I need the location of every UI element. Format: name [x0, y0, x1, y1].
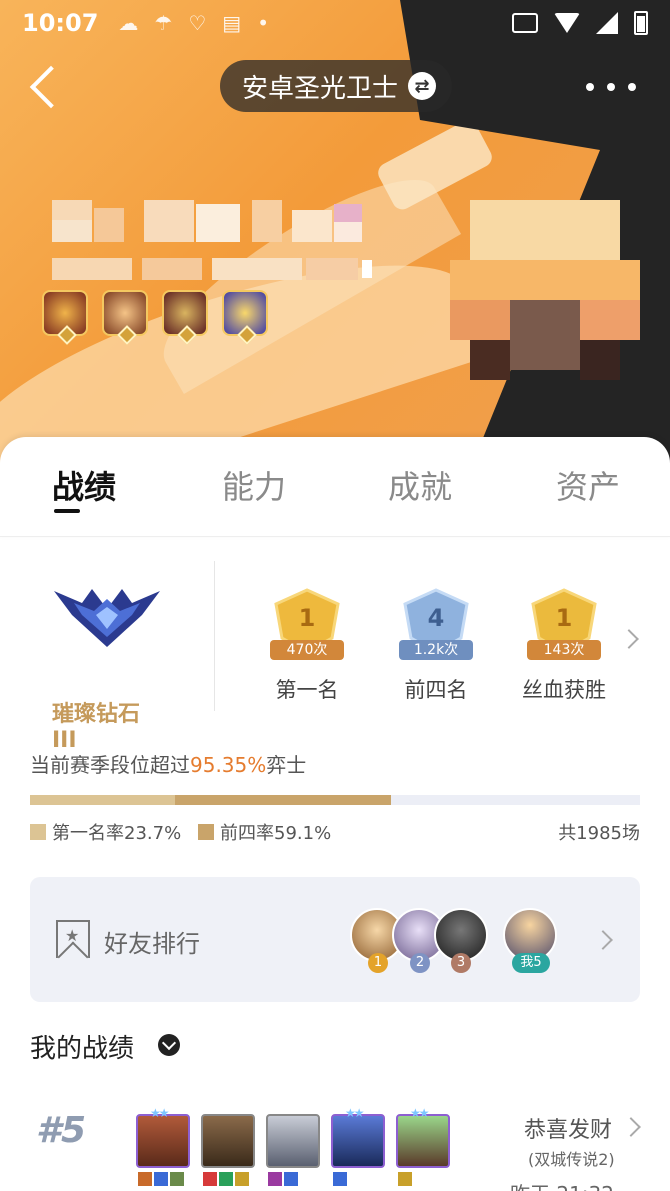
signal-icon — [596, 12, 618, 34]
hero-items — [333, 1172, 347, 1186]
my-record-title[interactable]: 我的战绩 — [30, 1028, 134, 1065]
legend-first: 第一名率23.7% — [30, 819, 181, 845]
more-options-button[interactable] — [586, 72, 636, 102]
wifi-icon — [554, 13, 580, 33]
placement-rate-bar — [30, 795, 640, 805]
match-mode: (双城传说2) — [528, 1150, 615, 1169]
hero-items — [203, 1172, 249, 1186]
top4-rate-label: 前四率59.1% — [220, 823, 332, 844]
badge-4-icon[interactable] — [222, 290, 268, 345]
status-bar: 10:07 ☁ ☂ ♡ ▤ • — [0, 0, 670, 46]
hero-items — [398, 1172, 412, 1186]
my-rank-badge: 我5 — [512, 953, 550, 973]
active-tab-indicator — [54, 509, 80, 513]
legend-top4: 前四率59.1% — [198, 819, 331, 845]
medal-number: 4 — [427, 604, 445, 632]
player-title-blurred — [52, 258, 372, 280]
battery-icon — [634, 11, 648, 35]
hero-portrait — [201, 1114, 255, 1168]
medal-narrow-win-icon[interactable]: 1 143次 — [521, 588, 607, 664]
cloud-icon: ☁ — [118, 11, 139, 35]
friend-rank-badge: 3 — [451, 953, 471, 973]
dot — [586, 83, 594, 91]
hero-items — [138, 1172, 184, 1186]
chevron-right-icon[interactable] — [621, 1117, 641, 1137]
hero-items — [268, 1172, 298, 1186]
back-button[interactable] — [26, 62, 60, 112]
medal-number: 1 — [298, 604, 316, 632]
achievement-badges — [42, 290, 268, 345]
dot — [628, 83, 636, 91]
health-icon: ♡ — [188, 11, 207, 35]
dot — [607, 83, 615, 91]
page-title: 安卓圣光卫士 — [242, 73, 399, 104]
medal-number: 1 — [555, 604, 573, 632]
friend-rank-badge: 1 — [368, 953, 388, 973]
total-games: 共1985场 — [558, 823, 640, 844]
dot-icon: • — [257, 11, 269, 35]
rank-name: 璀璨钻石III — [52, 702, 141, 753]
tab-achievement[interactable]: 成就 — [388, 462, 452, 508]
divider — [0, 536, 670, 537]
medal-first-icon[interactable]: 1 470次 — [264, 588, 350, 664]
tab-assets[interactable]: 资产 — [556, 462, 620, 508]
hero-portrait: ★★ — [396, 1106, 450, 1168]
medal-top4-label: 前四名 — [404, 678, 468, 702]
match-result-label[interactable]: 恭喜发财 — [524, 1112, 612, 1144]
hero-portrait: ★★ — [136, 1106, 190, 1168]
status-time: 10:07 — [22, 9, 99, 37]
medal-count: 143次 — [527, 640, 601, 660]
diamond-rank-emblem-icon — [54, 589, 160, 647]
badge-3-icon[interactable] — [162, 290, 208, 345]
season-percent: 95.35% — [190, 753, 267, 777]
legend-swatch — [198, 824, 214, 840]
weather-icon: ☂ — [154, 11, 173, 35]
player-name-blurred — [52, 200, 362, 244]
storage-icon: ▤ — [222, 11, 242, 35]
match-time: 昨天 21:32 — [510, 1178, 614, 1191]
bookmark-star-icon: ★ — [56, 920, 90, 958]
first-rate-segment — [30, 795, 175, 805]
friend-ranking-title: 好友排行 — [104, 930, 200, 958]
season-suffix: 弈士 — [266, 753, 307, 777]
divider — [214, 561, 215, 711]
tab-ability[interactable]: 能力 — [222, 462, 286, 508]
first-rate-label: 第一名率23.7% — [52, 823, 182, 844]
account-switch-button[interactable]: 安卓圣光卫士 ⇄ — [220, 60, 453, 112]
season-percentile: 当前赛季段位超过95.35%弈士 — [30, 749, 306, 778]
player-avatar-blurred[interactable] — [450, 200, 640, 390]
badge-1-icon[interactable] — [42, 290, 88, 345]
friend-rank-badge: 2 — [410, 953, 430, 973]
season-prefix: 当前赛季段位超过 — [30, 753, 190, 777]
medal-first-label: 第一名 — [275, 678, 339, 702]
hero-portrait — [266, 1114, 320, 1168]
tab-record[interactable]: 战绩 — [52, 462, 116, 508]
badge-2-icon[interactable] — [102, 290, 148, 345]
medal-count: 1.2k次 — [399, 640, 473, 660]
match-placement: #5 — [36, 1110, 87, 1151]
legend-swatch — [30, 824, 46, 840]
medal-top4-icon[interactable]: 4 1.2k次 — [393, 588, 479, 664]
medal-narrow-win-label: 丝血获胜 — [522, 678, 606, 702]
top4-rate-segment — [175, 795, 391, 805]
chevron-down-icon[interactable] — [158, 1034, 180, 1056]
chevron-right-icon[interactable] — [619, 629, 639, 649]
swap-icon: ⇄ — [408, 72, 437, 100]
medal-count: 470次 — [270, 640, 344, 660]
cast-icon — [512, 13, 538, 33]
hero-portrait: ★★ — [331, 1106, 385, 1168]
